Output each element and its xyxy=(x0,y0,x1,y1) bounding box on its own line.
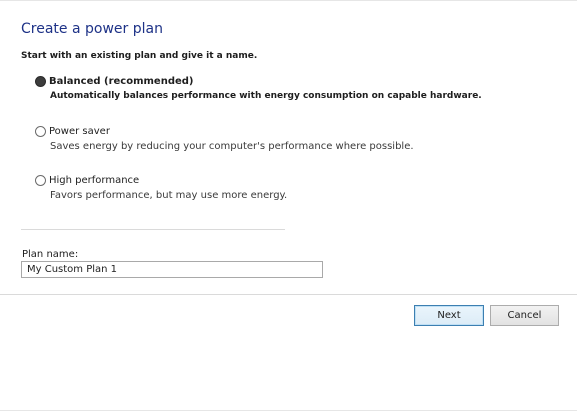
radio-power-saver[interactable] xyxy=(35,126,46,137)
plan-option-high-performance[interactable]: High performance Favors performance, but… xyxy=(35,173,555,201)
cancel-button[interactable]: Cancel xyxy=(490,305,559,326)
plan-option-high-performance-label[interactable]: High performance xyxy=(49,175,139,186)
plan-option-power-saver-description: Saves energy by reducing your computer's… xyxy=(50,141,414,152)
footer-divider xyxy=(0,294,577,295)
radio-high-performance[interactable] xyxy=(35,175,46,186)
page-subtitle: Start with an existing plan and give it … xyxy=(21,51,258,61)
plan-name-label: Plan name: xyxy=(22,249,79,260)
plan-option-power-saver-label[interactable]: Power saver xyxy=(49,126,110,137)
next-button[interactable]: Next xyxy=(414,305,484,326)
section-divider xyxy=(21,229,285,230)
plan-name-input[interactable] xyxy=(21,261,323,278)
radio-balanced[interactable] xyxy=(35,76,46,87)
plan-option-balanced-description: Automatically balances performance with … xyxy=(50,91,482,101)
plan-option-balanced-label[interactable]: Balanced (recommended) xyxy=(49,76,194,87)
create-power-plan-window: Create a power plan Start with an existi… xyxy=(0,0,577,411)
plan-option-balanced[interactable]: Balanced (recommended) Automatically bal… xyxy=(35,74,555,101)
plan-option-power-saver[interactable]: Power saver Saves energy by reducing you… xyxy=(35,124,555,152)
page-title: Create a power plan xyxy=(21,21,163,37)
plan-option-high-performance-description: Favors performance, but may use more ene… xyxy=(50,190,288,201)
